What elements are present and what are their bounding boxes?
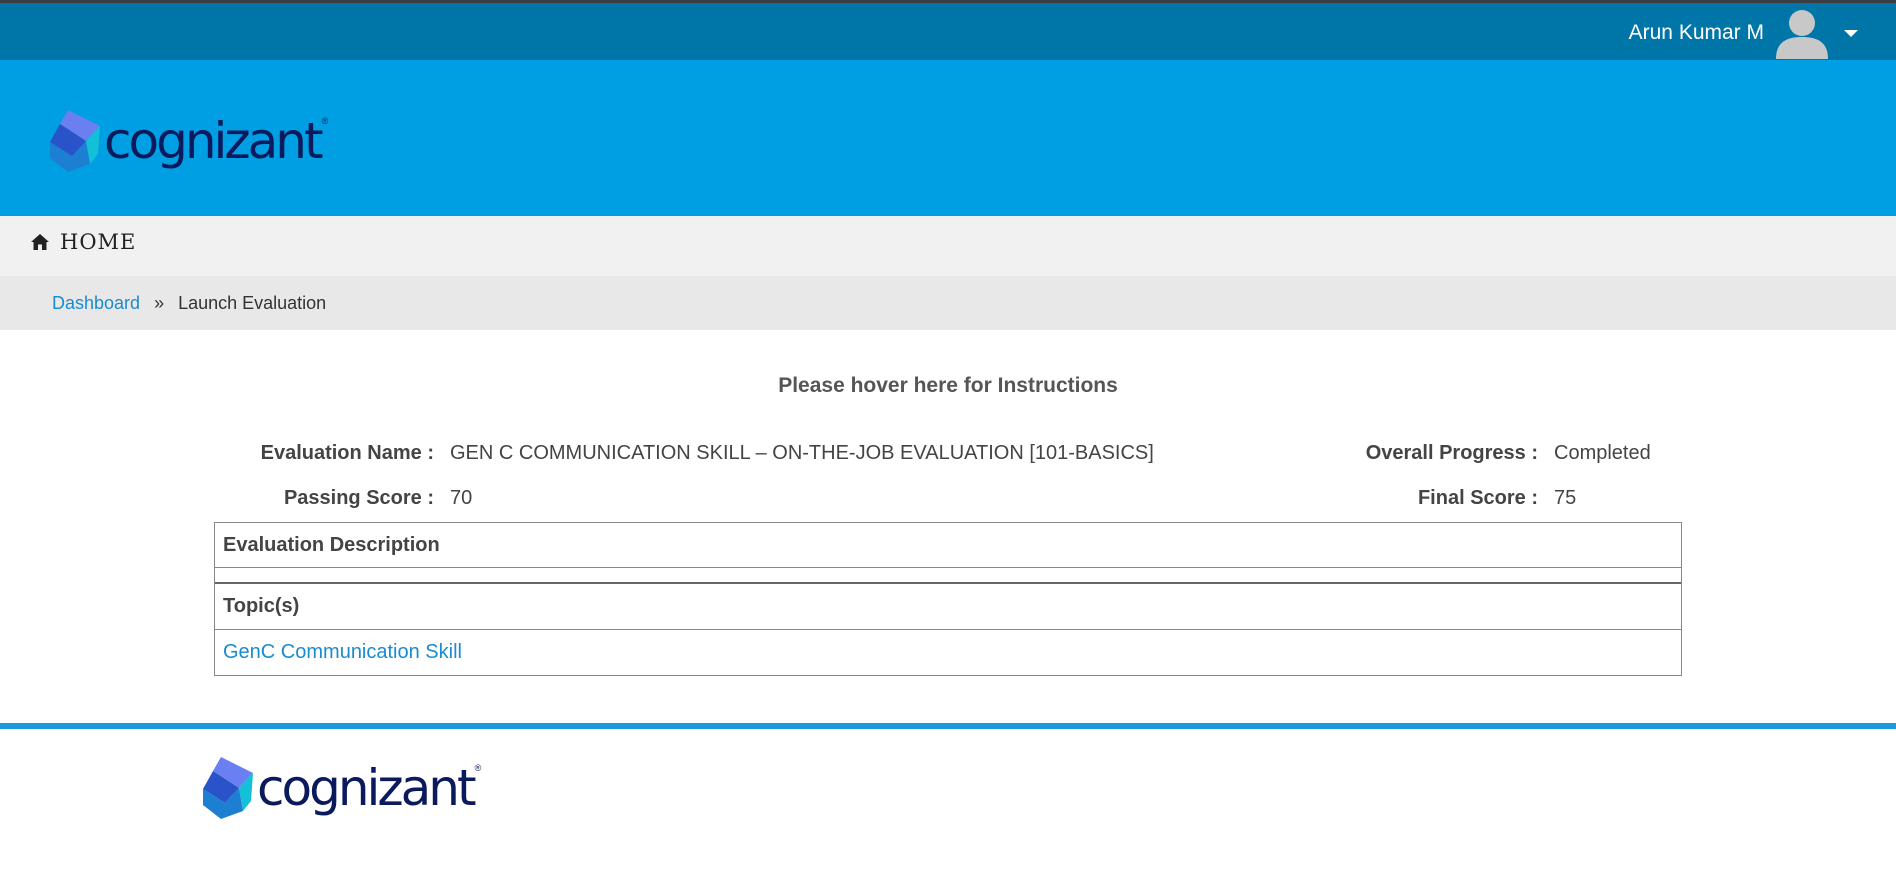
topic-row: GenC Communication Skill bbox=[215, 630, 1681, 675]
passing-score-label: Passing Score : bbox=[283, 487, 434, 509]
footer-cognizant-logo: cognizant ® bbox=[203, 757, 481, 819]
footer-logo-registered-mark: ® bbox=[474, 763, 482, 773]
final-score-label: Final Score : bbox=[1417, 487, 1538, 509]
final-score-row: Final Score : 75 bbox=[1320, 487, 1576, 510]
overall-progress-value: Completed bbox=[1554, 442, 1651, 464]
cognizant-logo: cognizant ® bbox=[50, 110, 328, 172]
cognizant-logo-mark-icon bbox=[50, 110, 100, 172]
breadcrumb-separator-icon: » bbox=[154, 293, 165, 313]
logo-text: cognizant bbox=[104, 112, 324, 170]
overall-progress-row: Overall Progress : Completed bbox=[1320, 442, 1651, 465]
home-label: HOME bbox=[60, 230, 137, 254]
topics-header: Topic(s) bbox=[215, 584, 1681, 630]
evaluation-name-row: Evaluation Name : GEN C COMMUNICATION SK… bbox=[214, 442, 1154, 465]
footer-divider bbox=[0, 723, 1896, 729]
logo-registered-mark: ® bbox=[321, 116, 329, 126]
user-avatar-icon[interactable] bbox=[1774, 7, 1830, 59]
brand-bar: cognizant ® bbox=[0, 60, 1896, 216]
caret-down-icon[interactable] bbox=[1844, 29, 1858, 37]
footer-logo-text: cognizant bbox=[257, 759, 477, 817]
final-score-value: 75 bbox=[1554, 487, 1577, 509]
instructions-hover[interactable]: Please hover here for Instructions bbox=[0, 374, 1896, 398]
evaluation-description-body bbox=[215, 568, 1681, 584]
topic-link[interactable]: GenC Communication Skill bbox=[223, 641, 462, 664]
home-link[interactable]: HOME bbox=[30, 230, 136, 254]
overall-progress-label: Overall Progress : bbox=[1365, 442, 1538, 464]
passing-score-value: 70 bbox=[450, 487, 473, 509]
nav-bar: HOME bbox=[0, 216, 1896, 276]
breadcrumb-dashboard-link[interactable]: Dashboard bbox=[52, 293, 140, 314]
footer-logo-mark-icon bbox=[203, 757, 253, 819]
user-menu[interactable]: Arun Kumar M bbox=[1629, 7, 1858, 59]
breadcrumb-current: Launch Evaluation bbox=[178, 293, 327, 313]
evaluation-name-value: GEN C COMMUNICATION SKILL – ON-THE-JOB E… bbox=[450, 442, 1154, 464]
breadcrumb: Dashboard » Launch Evaluation bbox=[0, 276, 1896, 330]
passing-score-row: Passing Score : 70 bbox=[214, 487, 472, 510]
evaluation-details-table: Evaluation Description Topic(s) GenC Com… bbox=[214, 522, 1682, 676]
home-icon bbox=[31, 234, 49, 250]
user-name: Arun Kumar M bbox=[1628, 21, 1764, 44]
evaluation-description-header: Evaluation Description bbox=[215, 523, 1681, 568]
evaluation-name-label: Evaluation Name : bbox=[260, 442, 434, 464]
top-bar: Arun Kumar M bbox=[0, 0, 1896, 60]
